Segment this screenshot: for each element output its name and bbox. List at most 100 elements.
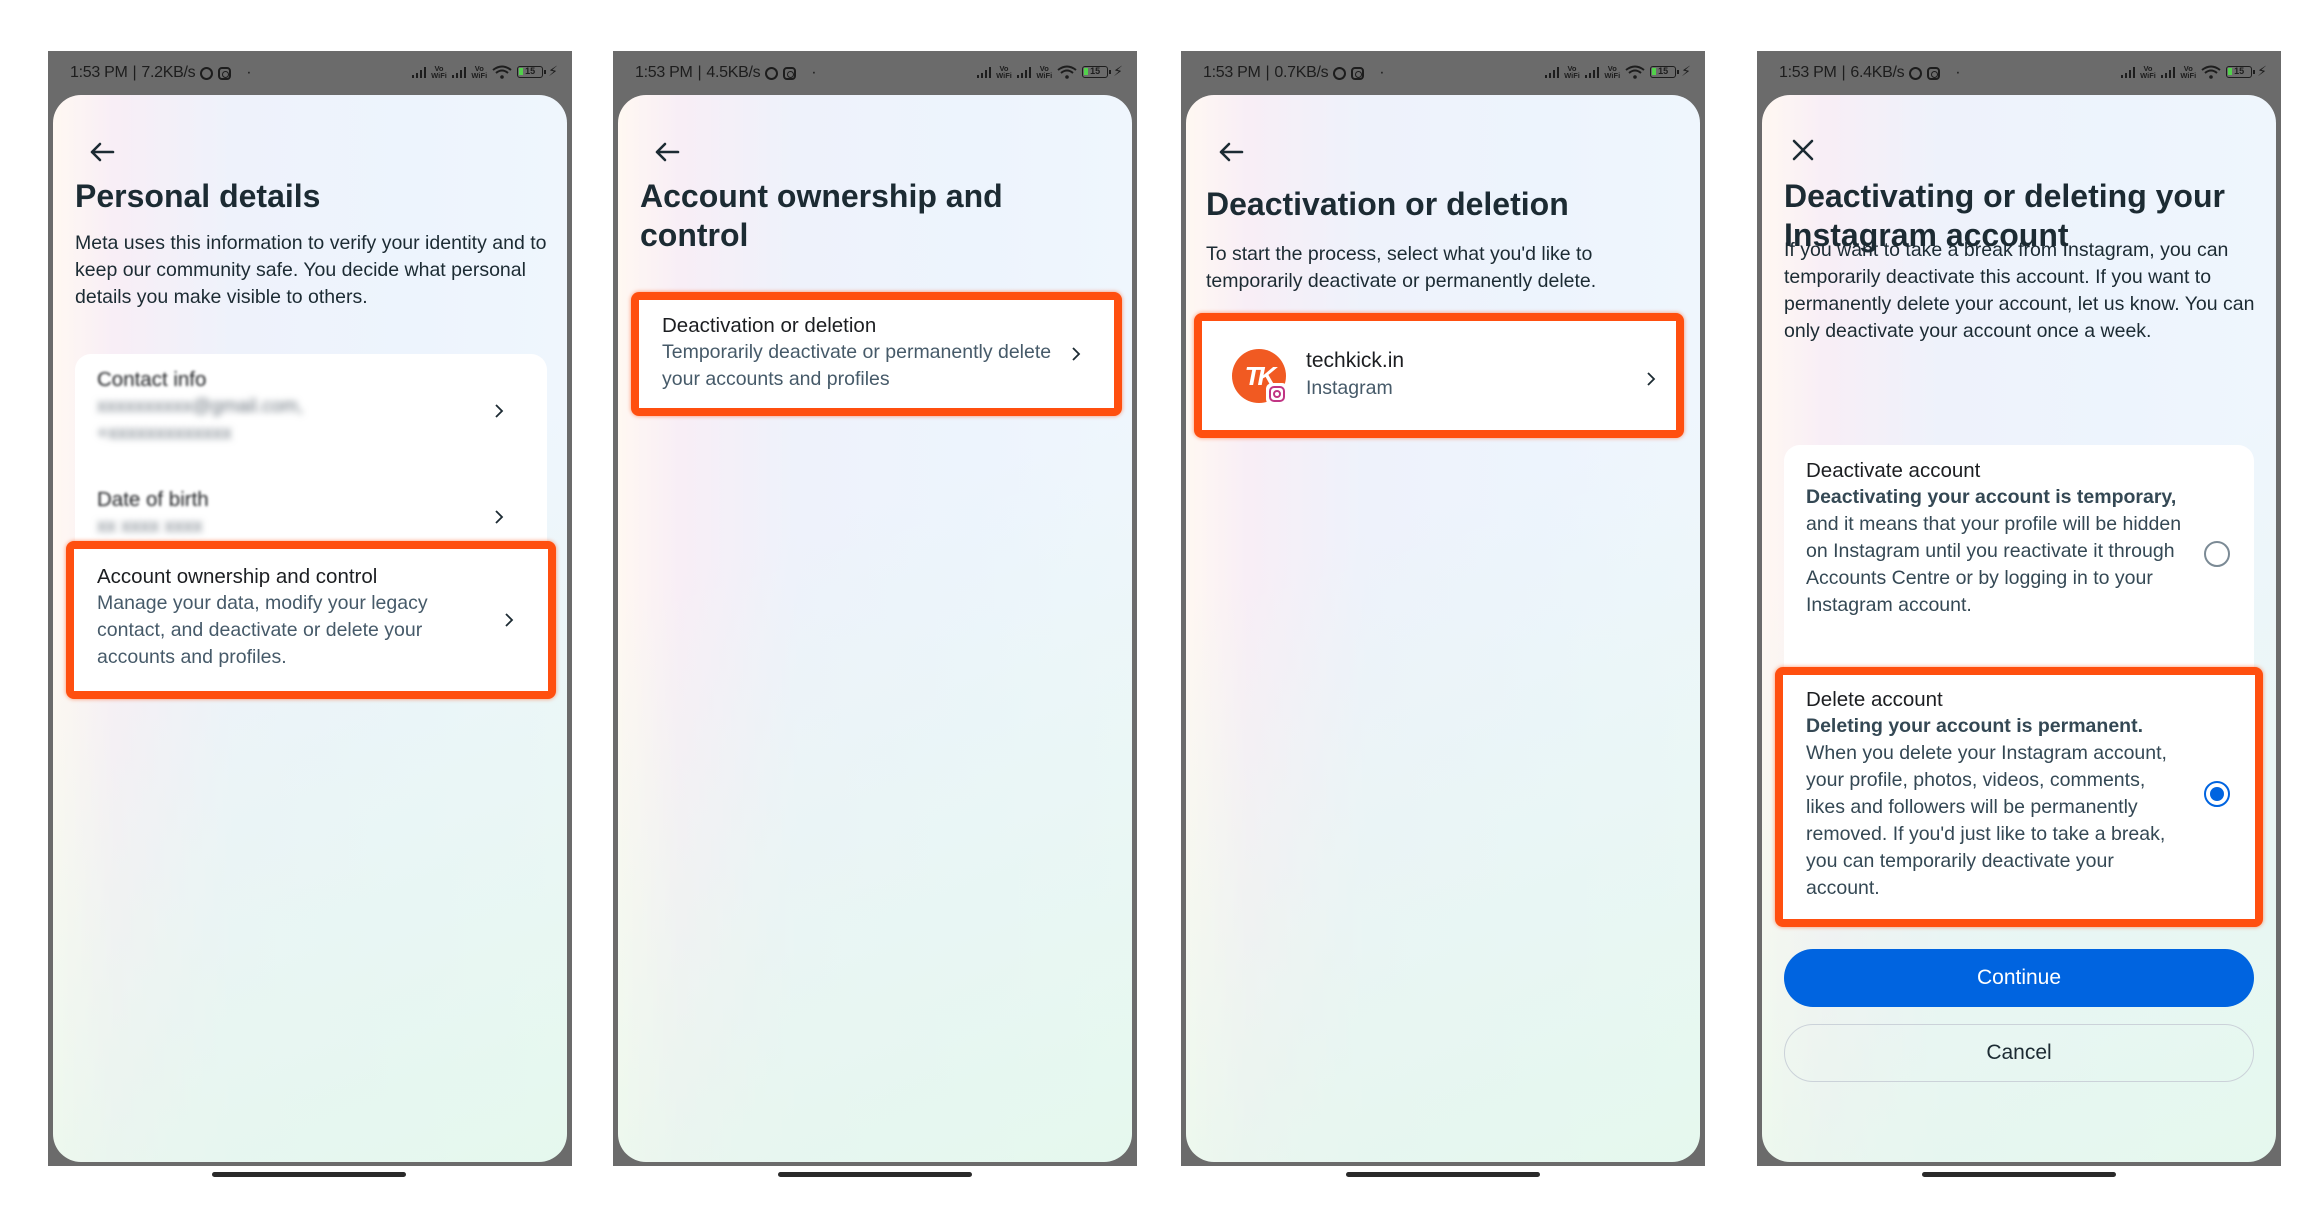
- screen-card: Account ownership and control Deactivati…: [618, 95, 1132, 1162]
- chevron-right-icon: [1072, 347, 1081, 361]
- page-title: Account ownership and control: [640, 178, 1003, 253]
- status-time: 1:53 PM: [1203, 64, 1261, 81]
- page-description: If you want to take a break from Instagr…: [1784, 239, 2255, 342]
- radio-deactivate-unselected[interactable]: [2204, 541, 2230, 567]
- account-item-highlighted[interactable]: TK techkick.in Instagram: [1194, 313, 1684, 438]
- item-subtitle: Manage your data, modify your legacy con…: [97, 592, 428, 668]
- chevron-right-icon: [495, 510, 504, 524]
- option-delete-account-highlighted[interactable]: Delete account Deleting your account is …: [1775, 667, 2263, 927]
- vowifi-icon: Vo WiFi: [2180, 63, 2197, 80]
- date-of-birth-obscured: xx xxxx xxxx: [97, 516, 203, 537]
- battery-icon: 15: [517, 65, 547, 78]
- alarm-icon: [1333, 66, 1347, 80]
- vowifi-icon: Vo WiFi: [431, 63, 447, 80]
- charging-icon: ⚡: [1113, 63, 1123, 79]
- home-indicator[interactable]: [778, 1172, 972, 1177]
- instagram-notification-icon: [783, 66, 797, 80]
- list-item-contact-info[interactable]: Contact info xxxxxxxxxx@gmail.com, +xxxx…: [75, 354, 547, 474]
- wifi-icon: [1625, 65, 1645, 79]
- charging-icon: ⚡: [548, 63, 558, 79]
- close-icon[interactable]: [1790, 137, 1816, 163]
- vowifi-icon: Vo WiFi: [1604, 63, 1621, 80]
- home-indicator[interactable]: [1346, 1172, 1540, 1177]
- screen-card: Deactivating or deleting your Instagram …: [1762, 95, 2276, 1162]
- chevron-right-icon: [1647, 372, 1656, 386]
- instagram-notification-icon: [1351, 66, 1365, 80]
- alarm-icon: [200, 66, 214, 80]
- option-title: Deactivate account: [1806, 459, 1981, 482]
- status-bar: 1:53 PM | 6.4KB/s · Vo WiFi Vo WiFi 15 ⚡: [1779, 63, 2267, 81]
- chevron-right-icon: [495, 404, 504, 418]
- alarm-icon: [1909, 66, 1923, 80]
- signal-icon: [2160, 66, 2176, 78]
- notification-dot-icon: ·: [1955, 64, 1961, 81]
- radio-delete-selected[interactable]: [2204, 781, 2230, 807]
- vowifi-icon: Vo WiFi: [996, 63, 1012, 80]
- back-arrow-icon[interactable]: [87, 137, 117, 167]
- wifi-icon: [492, 65, 512, 79]
- page-title: Deactivation or deletion: [1206, 186, 1569, 222]
- home-indicator[interactable]: [212, 1172, 406, 1177]
- phone-screen-delete-account: 1:53 PM | 6.4KB/s · Vo WiFi Vo WiFi 15 ⚡ Dea…: [1757, 51, 2281, 1166]
- alarm-icon: [765, 66, 779, 80]
- account-avatar: TK: [1232, 349, 1288, 405]
- notification-dot-icon: ·: [246, 64, 252, 81]
- wifi-icon: [2201, 65, 2221, 79]
- home-indicator[interactable]: [1922, 1172, 2116, 1177]
- phone-screen-personal-details: 1:53 PM | 7.2KB/s · Vo WiFi Vo WiFi 15 ⚡ Per…: [48, 51, 572, 1166]
- network-speed: 4.5KB/s: [706, 64, 761, 81]
- item-subtitle: Temporarily deactivate or permanently de…: [662, 341, 1052, 390]
- status-bar: 1:53 PM | 7.2KB/s · Vo WiFi Vo WiFi 15 ⚡: [70, 63, 558, 81]
- vowifi-icon: Vo WiFi: [471, 63, 488, 80]
- page-description: Meta uses this information to verify you…: [75, 232, 547, 308]
- account-platform: Instagram: [1306, 377, 1393, 399]
- charging-icon: ⚡: [1681, 63, 1691, 79]
- battery-icon: 15: [2226, 65, 2256, 78]
- page-description: To start the process, select what you'd …: [1206, 243, 1597, 292]
- contact-phone-obscured: +xxxxxxxxxxxxx: [97, 423, 232, 444]
- status-time: 1:53 PM: [70, 64, 128, 81]
- cancel-button[interactable]: Cancel: [1784, 1024, 2254, 1082]
- phone-screen-deactivation-or-deletion: 1:53 PM | 0.7KB/s · Vo WiFi Vo WiFi 15 ⚡ Dea…: [1181, 51, 1705, 1166]
- status-time: 1:53 PM: [1779, 64, 1837, 81]
- status-bar: 1:53 PM | 0.7KB/s · Vo WiFi Vo WiFi 15 ⚡: [1203, 63, 1691, 81]
- option-deactivate-account[interactable]: Deactivate account Deactivating your acc…: [1784, 445, 2254, 705]
- signal-icon: [1584, 66, 1600, 78]
- notification-dot-icon: ·: [811, 64, 817, 81]
- network-speed: 0.7KB/s: [1274, 64, 1329, 81]
- vowifi-icon: Vo WiFi: [1036, 63, 1053, 80]
- signal-icon: [976, 66, 992, 78]
- instagram-notification-icon: [1927, 66, 1941, 80]
- battery-icon: 15: [1082, 65, 1112, 78]
- network-speed: 6.4KB/s: [1850, 64, 1905, 81]
- vowifi-icon: Vo WiFi: [2140, 63, 2156, 80]
- signal-icon: [1016, 66, 1032, 78]
- status-time: 1:53 PM: [635, 64, 693, 81]
- list-item-deactivation-or-deletion-highlighted[interactable]: Deactivation or deletion Temporarily dea…: [631, 292, 1122, 416]
- back-arrow-icon[interactable]: [1216, 137, 1246, 167]
- battery-icon: 15: [1650, 65, 1680, 78]
- signal-icon: [2120, 66, 2136, 78]
- option-description: Deleting your account is permanent. When…: [1806, 715, 2167, 899]
- chevron-right-icon: [505, 613, 514, 627]
- status-bar: 1:53 PM | 4.5KB/s · Vo WiFi Vo WiFi 15 ⚡: [635, 63, 1123, 81]
- wifi-icon: [1057, 65, 1077, 79]
- instagram-notification-icon: [218, 66, 232, 80]
- notification-dot-icon: ·: [1379, 64, 1385, 81]
- option-title: Delete account: [1806, 688, 1943, 711]
- screen-card: Deactivation or deletion To start the pr…: [1186, 95, 1700, 1162]
- signal-icon: [411, 66, 427, 78]
- phone-screen-account-ownership: 1:53 PM | 4.5KB/s · Vo WiFi Vo WiFi 15 ⚡ Acc…: [613, 51, 1137, 1166]
- signal-icon: [451, 66, 467, 78]
- item-title: Account ownership and control: [97, 565, 378, 588]
- signal-icon: [1544, 66, 1560, 78]
- page-title: Personal details: [75, 178, 321, 214]
- charging-icon: ⚡: [2257, 63, 2267, 79]
- list-item-account-ownership-highlighted[interactable]: Account ownership and control Manage you…: [66, 541, 556, 699]
- network-speed: 7.2KB/s: [141, 64, 196, 81]
- option-description: Deactivating your account is temporary, …: [1806, 486, 2182, 616]
- continue-button[interactable]: Continue: [1784, 949, 2254, 1007]
- contact-email-obscured: xxxxxxxxxx@gmail.com,: [97, 396, 304, 417]
- back-arrow-icon[interactable]: [652, 137, 682, 167]
- account-name: techkick.in: [1306, 349, 1405, 372]
